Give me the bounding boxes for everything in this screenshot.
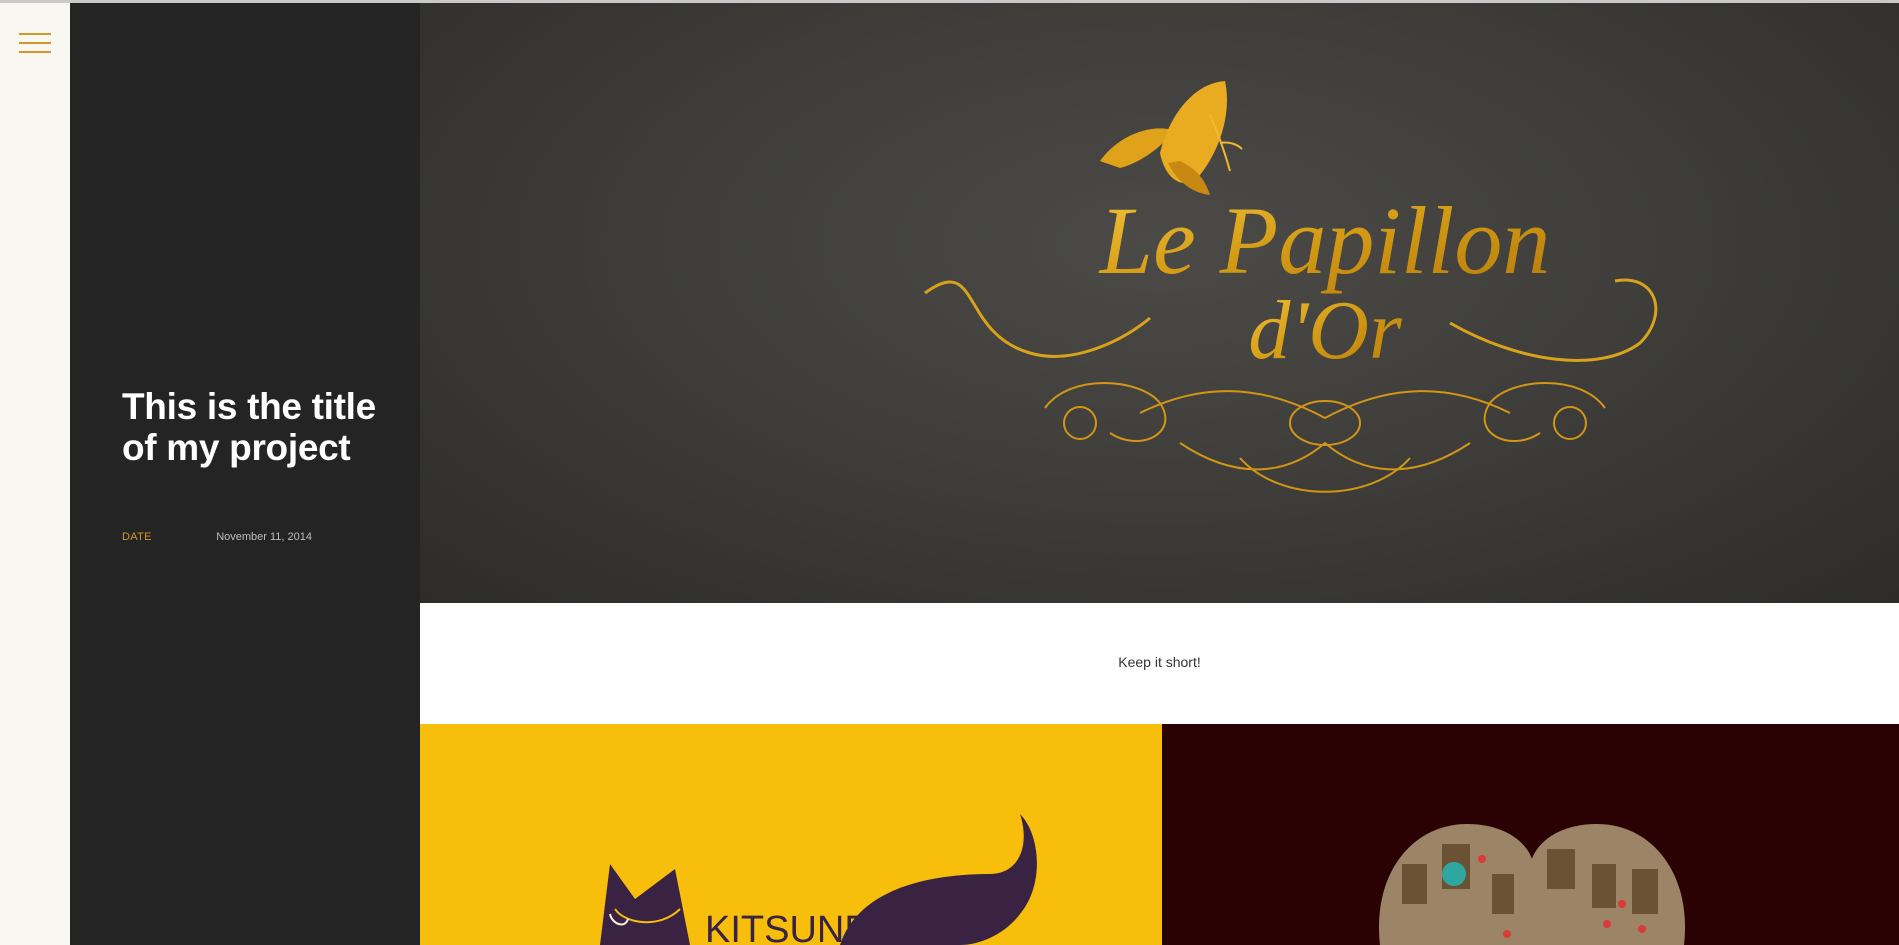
hero-ornament: [1044, 382, 1606, 493]
project-date-row: DATE November 11, 2014: [122, 531, 312, 545]
caption-band: Keep it short!: [420, 603, 1899, 724]
heart-houses-illustration: [1378, 824, 1686, 945]
papillon-logo: Le Papillon d'Or: [924, 81, 1658, 493]
hamburger-menu-icon[interactable]: [19, 33, 51, 55]
kitsune-tile[interactable]: KITSUNE: [420, 724, 1162, 945]
project-info-panel: This is the title of my project DATE Nov…: [70, 3, 420, 945]
left-rail: [0, 3, 70, 945]
butterfly-icon: [1100, 81, 1243, 195]
hero-logo-line2: d'Or: [1248, 284, 1402, 377]
fox-illustration: KITSUNE: [600, 814, 1037, 945]
project-title: This is the title of my project: [122, 386, 376, 468]
heart-tile[interactable]: [1162, 724, 1899, 945]
hero-logo-line1: Le Papillon: [1098, 187, 1551, 294]
date-label: DATE: [122, 531, 152, 543]
date-value: November 11, 2014: [216, 531, 312, 543]
caption-text: Keep it short!: [1118, 654, 1201, 670]
hero-image: Le Papillon d'Or: [420, 3, 1899, 603]
